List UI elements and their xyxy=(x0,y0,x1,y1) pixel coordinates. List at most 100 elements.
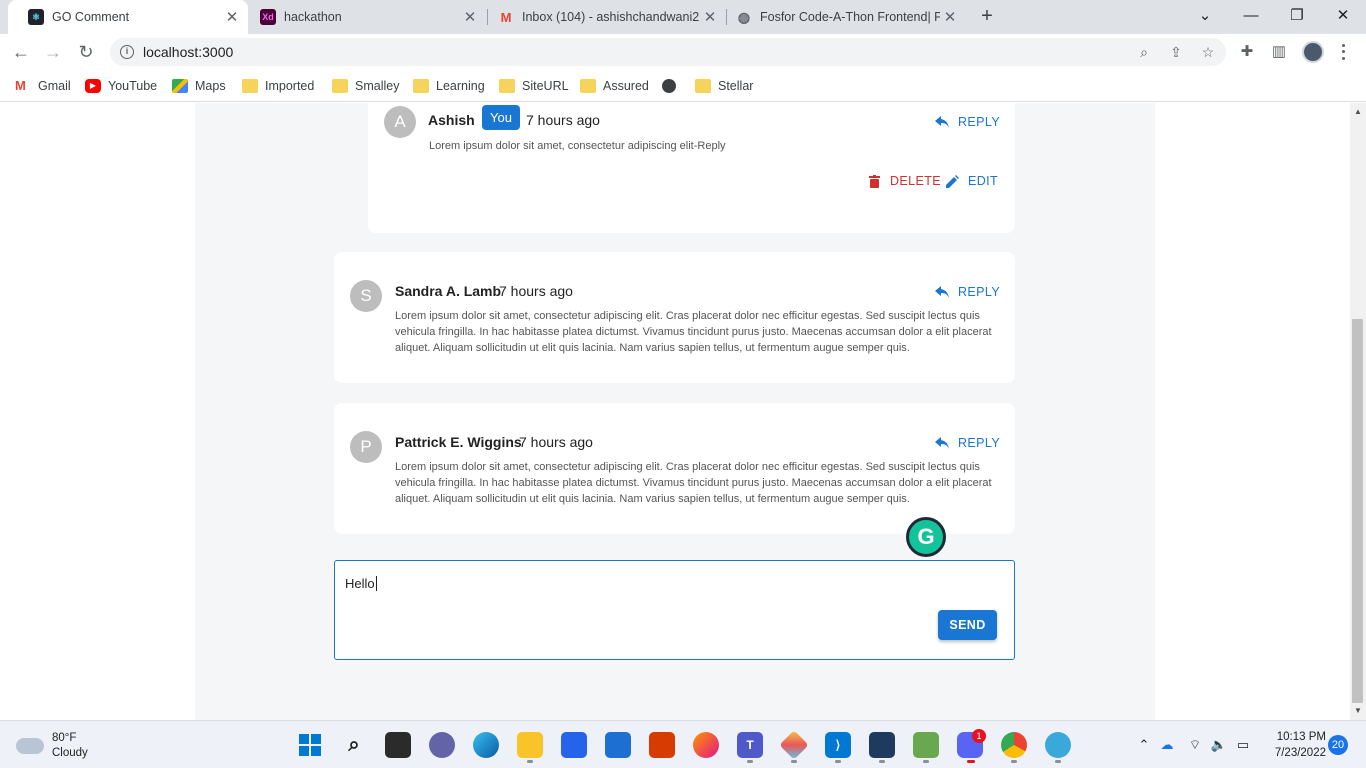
search-icon[interactable]: ⌕ xyxy=(341,732,367,758)
tab-search-chevron-icon[interactable]: ⌄ xyxy=(1182,0,1228,30)
edit-button[interactable]: EDIT xyxy=(944,170,998,192)
back-arrow-icon[interactable]: ← xyxy=(8,39,34,65)
extensions-puzzle-icon[interactable]: ✚ xyxy=(1238,43,1256,61)
chat-icon[interactable] xyxy=(429,732,455,758)
bookmark-assured[interactable]: Assured xyxy=(580,77,649,95)
weather-temp: 80°F xyxy=(52,732,77,744)
comment-body: Lorem ipsum dolor sit amet, consectetur … xyxy=(395,461,992,505)
avatar: P xyxy=(350,431,382,463)
bookmark-learning[interactable]: Learning xyxy=(413,77,485,95)
bookmark-globe[interactable] xyxy=(662,77,683,95)
running-indicator xyxy=(923,760,929,763)
folder-icon xyxy=(580,79,596,93)
notepad-icon[interactable] xyxy=(913,732,939,758)
globe-icon xyxy=(662,79,676,93)
address-bar[interactable]: i localhost:3000 ⌕ ⇪ ☆ xyxy=(110,38,1226,66)
new-tab-plus-icon[interactable]: + xyxy=(976,5,998,27)
comment-composer[interactable]: Hello SEND xyxy=(334,560,1015,660)
wifi-icon[interactable]: ⌔ xyxy=(1186,736,1204,754)
bookmark-stellar[interactable]: Stellar xyxy=(695,77,753,95)
zoom-icon[interactable]: ⌕ xyxy=(1136,44,1152,60)
forward-arrow-icon[interactable]: → xyxy=(40,39,66,65)
weather-desc: Cloudy xyxy=(52,747,88,759)
reply-button[interactable]: REPLY xyxy=(934,281,1000,303)
close-tab-icon[interactable]: ✕ xyxy=(222,8,242,26)
bookmark-imported[interactable]: Imported xyxy=(242,77,314,95)
reply-button[interactable]: REPLY xyxy=(934,111,1000,133)
close-window-icon[interactable]: ✕ xyxy=(1320,0,1366,30)
tab-hackathon[interactable]: Xd hackathon ✕ xyxy=(240,0,486,34)
store-icon[interactable] xyxy=(561,732,587,758)
reply-button[interactable]: REPLY xyxy=(934,432,1000,454)
send-button[interactable]: SEND xyxy=(938,610,997,640)
edge-icon[interactable] xyxy=(473,732,499,758)
scrollbar-thumb[interactable] xyxy=(1352,319,1363,703)
delete-label: DELETE xyxy=(890,174,942,188)
comment-card: S Sandra A. Lamb 7 hours ago REPLY Lorem… xyxy=(334,252,1015,383)
bookmark-label: Stellar xyxy=(718,79,754,93)
comment-time: 7 hours ago xyxy=(519,434,593,450)
scroll-up-arrow-icon[interactable]: ▲ xyxy=(1354,108,1362,116)
mail-icon[interactable] xyxy=(605,732,631,758)
browser-toolbar: ← → ↻ i localhost:3000 ⌕ ⇪ ☆ ✚ ▥ xyxy=(0,34,1366,70)
vertical-scrollbar[interactable]: ▲ ▼ xyxy=(1350,103,1366,720)
onedrive-icon[interactable]: ☁ xyxy=(1158,736,1176,754)
reply-label: REPLY xyxy=(958,115,1001,129)
running-indicator xyxy=(1011,760,1017,763)
close-tab-icon[interactable]: ✕ xyxy=(940,8,960,26)
weather-widget[interactable]: 80°F Cloudy xyxy=(16,731,88,761)
windows-taskbar: 80°F Cloudy ⌕ T ⟩ 1 ⌃ ☁ ⌔ 🔈 ▭ 10:13 PM 7… xyxy=(0,720,1366,768)
browser-tab-strip: ⚛ GO Comment ✕ Xd hackathon ✕ M Inbox (1… xyxy=(0,0,1366,34)
maps-icon xyxy=(172,79,188,93)
task-view-icon[interactable] xyxy=(385,732,411,758)
edit-label: EDIT xyxy=(968,174,999,188)
vscode-icon[interactable]: ⟩ xyxy=(825,732,851,758)
bookmark-maps[interactable]: Maps xyxy=(172,77,226,95)
bookmark-label: Imported xyxy=(265,79,315,93)
bookmark-label: Smalley xyxy=(355,79,400,93)
tab-go-comment[interactable]: ⚛ GO Comment ✕ xyxy=(8,0,248,34)
composer-input[interactable]: Hello xyxy=(345,576,377,591)
browser-app-icon[interactable] xyxy=(1045,732,1071,758)
photos-icon[interactable] xyxy=(869,732,895,758)
chrome-icon[interactable] xyxy=(1001,732,1027,758)
site-info-icon[interactable]: i xyxy=(120,45,134,59)
tab-inbox[interactable]: M Inbox (104) - ashishchandwani21 ✕ xyxy=(478,0,726,34)
chrome-menu-icon[interactable] xyxy=(1338,42,1348,62)
running-indicator xyxy=(835,760,841,763)
bookmark-label: Learning xyxy=(436,79,485,93)
side-panel-icon[interactable]: ▥ xyxy=(1270,43,1288,61)
tray-overflow-chevron-icon[interactable]: ⌃ xyxy=(1135,736,1153,754)
profile-avatar[interactable] xyxy=(1302,41,1324,63)
notification-count-badge[interactable]: 20 xyxy=(1328,735,1348,755)
reply-icon xyxy=(934,114,950,130)
close-tab-icon[interactable]: ✕ xyxy=(460,8,480,26)
share-icon[interactable]: ⇪ xyxy=(1168,44,1184,60)
comment-time: 7 hours ago xyxy=(526,112,600,128)
reload-icon[interactable]: ↻ xyxy=(73,39,99,65)
restore-icon[interactable]: ❐ xyxy=(1274,0,1320,30)
pencil-icon xyxy=(944,173,960,189)
windows-start-icon[interactable] xyxy=(297,732,323,758)
bookmark-siteurl[interactable]: SiteURL xyxy=(499,77,569,95)
minimize-icon[interactable]: — xyxy=(1228,0,1274,30)
firefox-icon[interactable] xyxy=(693,732,719,758)
teams-icon[interactable]: T xyxy=(737,732,763,758)
volume-icon[interactable]: 🔈 xyxy=(1210,736,1228,754)
reply-comment-card: A Ashish You 7 hours ago REPLY Lorem ips… xyxy=(368,103,1015,233)
bookmark-youtube[interactable]: ▶ YouTube xyxy=(85,77,157,95)
office-icon[interactable] xyxy=(649,732,675,758)
delete-button[interactable]: DELETE xyxy=(866,170,941,192)
system-clock[interactable]: 10:13 PM 7/23/2022 xyxy=(1262,729,1326,761)
dev-tool-icon[interactable] xyxy=(779,730,809,760)
file-explorer-icon[interactable] xyxy=(517,732,543,758)
tab-fosfor[interactable]: ◍ Fosfor Code-A-Thon Frontend| P ✕ xyxy=(716,0,966,34)
folder-icon xyxy=(695,79,711,93)
bookmark-gmail[interactable]: M Gmail xyxy=(15,77,71,95)
bookmark-star-icon[interactable]: ☆ xyxy=(1200,44,1216,60)
grammarly-icon[interactable]: G xyxy=(906,517,946,557)
battery-icon[interactable]: ▭ xyxy=(1234,736,1252,754)
scroll-down-arrow-icon[interactable]: ▼ xyxy=(1354,707,1362,715)
globe-icon: ◍ xyxy=(737,8,751,25)
bookmark-smalley[interactable]: Smalley xyxy=(332,77,399,95)
